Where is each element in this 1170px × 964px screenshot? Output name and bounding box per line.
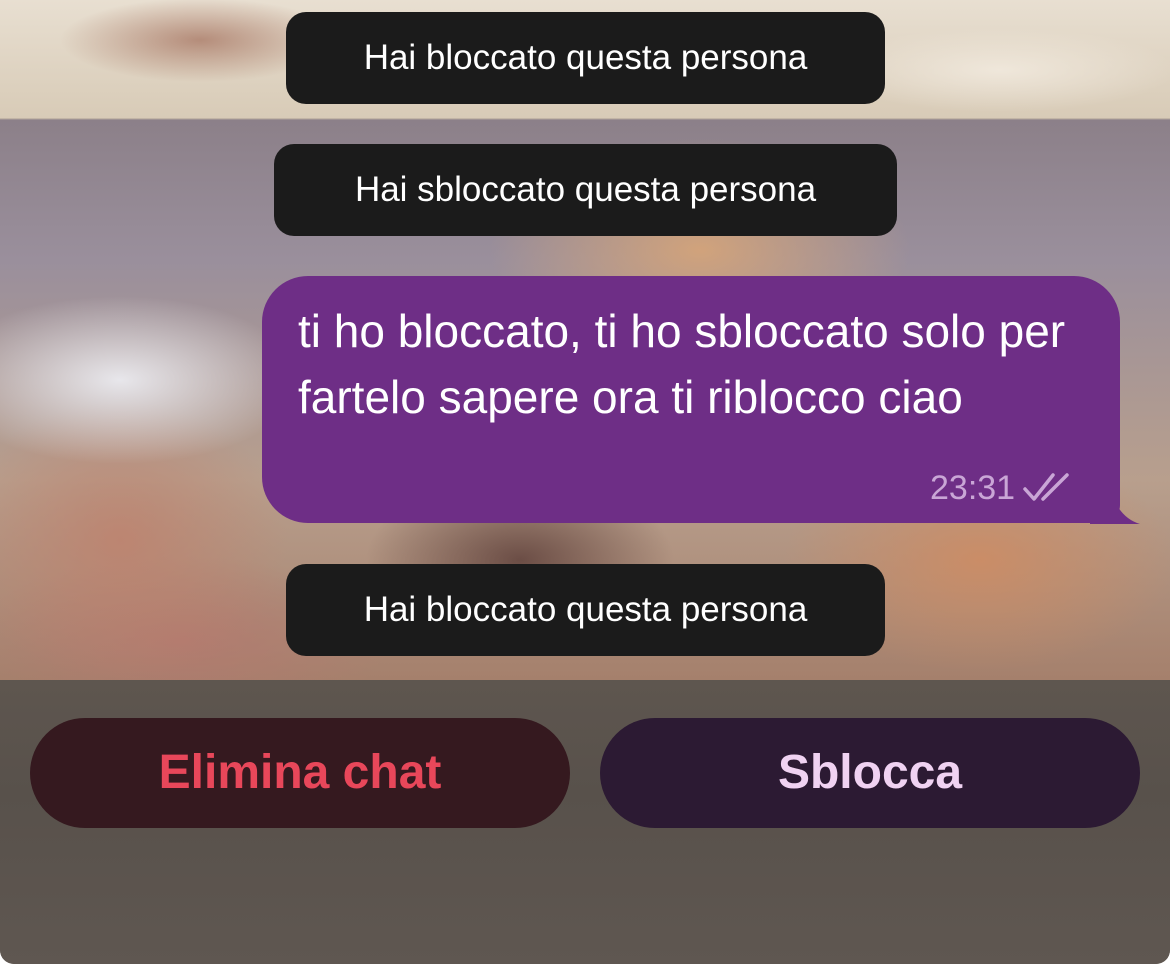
message-meta: 23:31 [930, 468, 1071, 508]
message-text: ti ho bloccato, ti ho sbloccato solo per… [298, 305, 1066, 423]
message-time: 23:31 [930, 468, 1016, 507]
double-check-icon [1023, 473, 1069, 501]
system-message-unblocked: Hai sbloccato questa persona [274, 144, 897, 236]
unblock-button[interactable]: Sblocca [600, 718, 1140, 828]
delete-chat-button[interactable]: Elimina chat [30, 718, 570, 828]
bubble-tail [1090, 494, 1140, 524]
system-message-blocked: Hai bloccato questa persona [286, 12, 885, 104]
system-message-blocked-again: Hai bloccato questa persona [286, 564, 885, 656]
chat-screen: Hai bloccato questa persona Hai sbloccat… [0, 0, 1170, 964]
